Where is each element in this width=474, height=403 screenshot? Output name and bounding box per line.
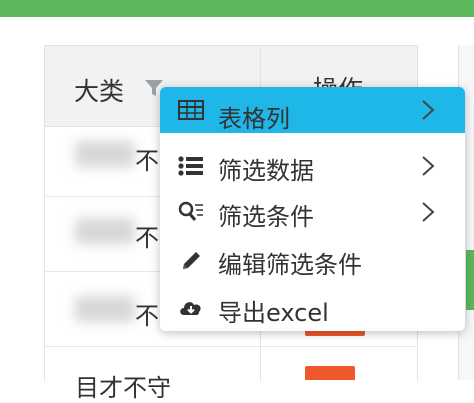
blurred-text	[75, 218, 135, 244]
row-divider	[45, 346, 417, 347]
menu-item-table-columns[interactable]: 表格列	[160, 87, 465, 133]
menu-item-label: 表格列	[218, 105, 290, 133]
search-filter-icon	[178, 201, 203, 221]
menu-item-label: 筛选条件	[218, 203, 314, 231]
blurred-text	[75, 141, 135, 167]
top-bar	[0, 0, 474, 17]
chevron-right-icon	[422, 100, 435, 120]
list-icon	[178, 156, 203, 176]
table-icon	[178, 100, 204, 120]
cloud-download-icon	[180, 302, 201, 315]
menu-item-label: 导出excel	[218, 299, 329, 327]
menu-item-label: 筛选数据	[218, 157, 314, 185]
chevron-right-icon	[422, 156, 435, 176]
table-cell: 不	[135, 302, 159, 330]
table-cell: 目才不守	[75, 374, 171, 402]
table-cell: 不	[135, 224, 159, 252]
menu-item-edit-filter-conditions[interactable]: 编辑筛选条件	[160, 237, 465, 283]
menu-item-label: 编辑筛选条件	[218, 251, 362, 279]
blurred-text	[75, 296, 135, 322]
chevron-right-icon	[422, 202, 435, 222]
context-menu: 表格列 筛选数据 筛选条件 编辑筛选条件 导出excel	[160, 87, 465, 331]
menu-item-filter-conditions[interactable]: 筛选条件	[160, 189, 465, 235]
menu-item-export-excel[interactable]: 导出excel	[160, 285, 465, 331]
header-category: 大类	[74, 77, 125, 106]
menu-item-filter-data[interactable]: 筛选数据	[160, 143, 465, 189]
adjacent-accent	[466, 250, 474, 310]
table-cell: 不	[135, 147, 159, 175]
pencil-icon	[183, 252, 200, 269]
status-badge[interactable]	[305, 366, 355, 380]
